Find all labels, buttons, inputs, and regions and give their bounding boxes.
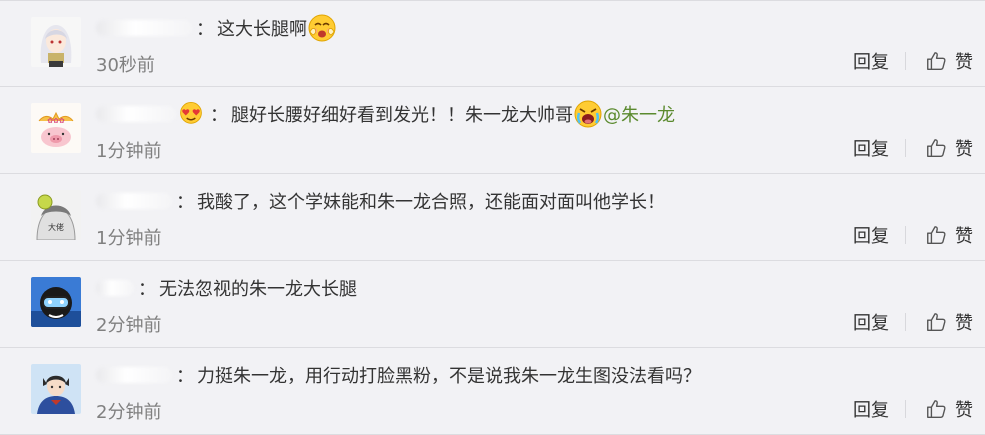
comment-text: 力挺朱一龙，用行动打脸黑粉，不是说我朱一龙生图没法看吗？	[197, 366, 701, 387]
thumbs-up-icon	[927, 139, 946, 157]
action-divider	[905, 313, 906, 331]
comment-actions: 回复 赞	[853, 396, 973, 422]
sketch-character-avatar[interactable]: 大佬	[31, 190, 81, 240]
comment-body: ： 这大长腿啊 30秒前	[96, 13, 965, 76]
sketch-character-avatar-image: 大佬	[31, 190, 81, 240]
timestamp: 1分钟前	[96, 228, 162, 249]
like-label: 赞	[955, 226, 973, 247]
username[interactable]	[96, 193, 172, 209]
comment-line: ： 我酸了，这个学妹能和朱一龙合照，还能面对面叫他学长！	[96, 186, 965, 216]
action-divider	[905, 226, 906, 244]
comment-line: ： 力挺朱一龙，用行动打脸黑粉，不是说我朱一龙生图没法看吗？	[96, 360, 965, 390]
crying-face-emoji	[573, 99, 603, 129]
reply-button[interactable]: 回复	[853, 396, 889, 422]
comment-actions: 回复 赞	[853, 222, 973, 248]
like-button[interactable]: 赞	[925, 396, 973, 422]
username[interactable]	[96, 106, 176, 122]
timestamp: 2分钟前	[96, 402, 162, 423]
pink-pig-avatar[interactable]: ✿✿✿	[31, 103, 81, 153]
action-divider	[905, 52, 906, 70]
action-divider	[905, 139, 906, 157]
comment-body: ： 腿好长腰好细好看到发光！！朱一龙大帅哥 @朱一龙 1分钟前	[96, 99, 965, 162]
blue-diver-avatar-image	[31, 277, 81, 327]
comment-text: 这大长腿啊	[217, 19, 307, 40]
comment-list: ： 这大长腿啊 30秒前 回复 赞 ✿✿✿ ： 腿好长腰好细好看到发光！！朱一龙…	[0, 0, 985, 435]
shy-face-emoji	[307, 13, 337, 43]
reply-button[interactable]: 回复	[853, 309, 889, 335]
like-label: 赞	[955, 313, 973, 334]
separator: ：	[176, 366, 194, 387]
comment-line: ： 腿好长腰好细好看到发光！！朱一龙大帅哥 @朱一龙	[96, 99, 965, 129]
comment-actions: 回复 赞	[853, 135, 973, 161]
mention-link[interactable]: @朱一龙	[603, 101, 675, 127]
like-label: 赞	[955, 400, 973, 421]
separator: ：	[138, 279, 156, 300]
thumbs-up-icon	[927, 226, 946, 244]
comment-item: ： 这大长腿啊 30秒前 回复 赞	[0, 0, 985, 87]
like-button[interactable]: 赞	[925, 222, 973, 248]
comment-line: ： 无法忽视的朱一龙大长腿	[96, 273, 965, 303]
thumbs-up-icon	[927, 313, 946, 331]
reply-button[interactable]: 回复	[853, 48, 889, 74]
username[interactable]	[96, 280, 134, 296]
blue-diver-avatar[interactable]	[31, 277, 81, 327]
action-divider	[905, 400, 906, 418]
timestamp: 2分钟前	[96, 315, 162, 336]
comment-body: ： 力挺朱一龙，用行动打脸黑粉，不是说我朱一龙生图没法看吗？ 2分钟前	[96, 360, 965, 423]
like-button[interactable]: 赞	[925, 309, 973, 335]
pink-pig-avatar-image: ✿✿✿	[31, 103, 81, 153]
like-button[interactable]: 赞	[925, 135, 973, 161]
comment-actions: 回复 赞	[853, 309, 973, 335]
anime-girl-avatar[interactable]	[31, 17, 81, 67]
separator: ：	[210, 105, 228, 126]
like-label: 赞	[955, 139, 973, 160]
comment-actions: 回复 赞	[853, 48, 973, 74]
heart-face-emoji	[178, 99, 208, 129]
svg-text:✿✿✿: ✿✿✿	[47, 117, 65, 125]
comment-text: 我酸了，这个学妹能和朱一龙合照，还能面对面叫他学长！	[197, 192, 665, 213]
thumbs-up-icon	[927, 52, 946, 70]
thumbs-up-icon	[927, 400, 946, 418]
comment-item: ： 力挺朱一龙，用行动打脸黑粉，不是说我朱一龙生图没法看吗？ 2分钟前 回复 赞	[0, 348, 985, 435]
comment-item: 大佬 ： 我酸了，这个学妹能和朱一龙合照，还能面对面叫他学长！ 1分钟前 回复 …	[0, 174, 985, 261]
username[interactable]	[96, 367, 172, 383]
anime-girl-avatar-image	[31, 17, 81, 67]
reply-button[interactable]: 回复	[853, 222, 889, 248]
comment-body: ： 我酸了，这个学妹能和朱一龙合照，还能面对面叫他学长！ 1分钟前	[96, 186, 965, 249]
comment-text: 无法忽视的朱一龙大长腿	[159, 279, 357, 300]
timestamp: 30秒前	[96, 55, 155, 76]
like-button[interactable]: 赞	[925, 48, 973, 74]
timestamp: 1分钟前	[96, 141, 162, 162]
svg-text:大佬: 大佬	[48, 222, 64, 232]
like-label: 赞	[955, 52, 973, 73]
separator: ：	[176, 192, 194, 213]
comment-item: ： 无法忽视的朱一龙大长腿 2分钟前 回复 赞	[0, 261, 985, 348]
comment-text: 腿好长腰好细好看到发光！！朱一龙大帅哥	[231, 105, 573, 126]
separator: ：	[196, 19, 214, 40]
reply-button[interactable]: 回复	[853, 135, 889, 161]
comment-item: ✿✿✿ ： 腿好长腰好细好看到发光！！朱一龙大帅哥 @朱一龙 1分钟前 回复 赞	[0, 87, 985, 174]
comment-line: ： 这大长腿啊	[96, 13, 965, 43]
girl-photo-avatar[interactable]	[31, 364, 81, 414]
username[interactable]	[96, 20, 192, 36]
comment-body: ： 无法忽视的朱一龙大长腿 2分钟前	[96, 273, 965, 336]
girl-photo-avatar-image	[31, 364, 81, 414]
